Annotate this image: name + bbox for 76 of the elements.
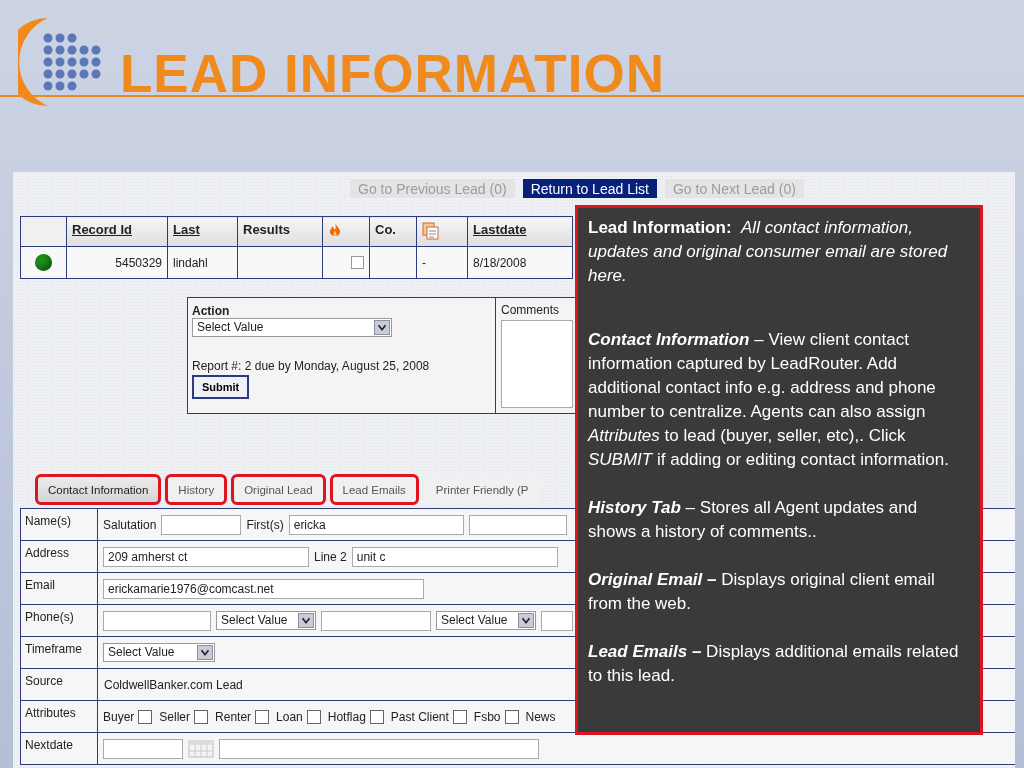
action-label: Action [192, 304, 230, 318]
input-field[interactable]: unit c [351, 546, 558, 567]
input-field[interactable] [103, 610, 211, 631]
input-field[interactable] [161, 514, 242, 535]
pages-icon [422, 222, 440, 240]
tab[interactable]: Lead Emails [329, 474, 419, 505]
select-dropdown[interactable]: Select Value [192, 318, 392, 337]
checkbox[interactable] [306, 709, 321, 724]
checkbox-label: Buyer [103, 709, 135, 724]
field-text: ColdwellBanker.com Lead [104, 677, 243, 692]
input-field[interactable] [541, 610, 573, 631]
flame-icon [328, 222, 342, 238]
checkbox-label: Renter [215, 709, 252, 724]
field-text: News [525, 709, 556, 724]
field-caption: First(s) [246, 517, 284, 532]
input-field[interactable]: erickamarie1976@comcast.net [103, 578, 424, 599]
caret-icon [374, 320, 390, 335]
table-cell: lindahl [167, 246, 238, 279]
input-field[interactable] [321, 610, 431, 631]
column-header[interactable]: Last [167, 216, 238, 247]
submit-button[interactable]: Submit [192, 375, 250, 399]
checkbox[interactable] [255, 709, 270, 724]
field-label: Phone(s) [21, 605, 98, 636]
field-label: Source [21, 669, 98, 700]
tab[interactable]: Contact Information [35, 474, 162, 505]
checkbox-label: Seller [159, 709, 191, 724]
caret-icon [197, 645, 213, 660]
calendar-icon[interactable] [188, 739, 214, 758]
note-paragraph: History Tab – Stores all Agent updates and shows a history of comments.. [588, 497, 919, 543]
tab[interactable]: History [165, 474, 228, 505]
report-text: Report #: 2 due by Monday, August 25, 2008 [192, 359, 430, 373]
field-label: Attributes [21, 701, 98, 732]
checkbox-label: Fsbo [473, 709, 501, 724]
checkbox[interactable] [452, 709, 467, 724]
field-label: Timeframe [21, 637, 98, 668]
select-dropdown[interactable]: Select Value [103, 643, 215, 662]
note-paragraph: Contact Information – View client contact information captured by LeadRouter. Add additional contact info e.g. address and phone number to centralize. Agents can also assign Attributes to lead (buyer, seller, etc),. Click SUBMIT if adding or editing contact information. [588, 329, 950, 471]
comments-label: Comments [501, 303, 560, 317]
field-caption: Line 2 [314, 549, 347, 564]
checkbox[interactable] [194, 709, 209, 724]
note-paragraph: Original Email – Displays original client email from the web. [588, 569, 936, 615]
column-header[interactable]: Lastdate [467, 216, 573, 247]
checkbox-label: Past Client [390, 709, 449, 724]
column-header: Co. [369, 216, 417, 247]
slide-title: LEAD INFORMATION [120, 44, 665, 104]
field-label: Nextdate [21, 733, 98, 764]
note-paragraph: Lead Information: All contact information, updates and original consumer email are stored here. [588, 217, 949, 287]
input-field[interactable] [103, 738, 183, 759]
select-dropdown[interactable]: Select Value [216, 611, 316, 630]
nav-button[interactable]: Return to Lead List [522, 179, 657, 198]
column-header: Results [237, 216, 323, 247]
note-paragraph: Lead Emails – Displays additional emails related to this lead. [588, 641, 960, 687]
field-label: Email [21, 573, 98, 604]
input-field[interactable]: ericka [288, 514, 464, 535]
column-header[interactable]: Record Id [66, 216, 168, 247]
tab[interactable]: Printer Friendly (P [422, 474, 542, 505]
caret-icon [298, 613, 314, 628]
checkbox-label: Hotflag [327, 709, 366, 724]
input-field[interactable]: 209 amherst ct [103, 546, 309, 567]
field-label: Name(s) [21, 509, 98, 540]
checkbox[interactable] [351, 256, 364, 269]
field-label: Address [21, 541, 98, 572]
table-cell: 8/18/2008 [467, 246, 573, 279]
tab[interactable]: Original Lead [231, 474, 326, 505]
checkbox-label: Loan [276, 709, 303, 724]
input-field[interactable] [219, 738, 539, 759]
caret-icon [518, 613, 534, 628]
table-cell: - [416, 246, 468, 279]
comments-field[interactable] [501, 320, 573, 408]
input-field[interactable] [468, 514, 567, 535]
field-caption: Salutation [103, 517, 157, 532]
checkbox[interactable] [138, 709, 153, 724]
select-dropdown[interactable]: Select Value [436, 611, 536, 630]
table-cell: 5450329 [66, 246, 168, 279]
checkbox[interactable] [504, 709, 519, 724]
checkbox[interactable] [369, 709, 384, 724]
